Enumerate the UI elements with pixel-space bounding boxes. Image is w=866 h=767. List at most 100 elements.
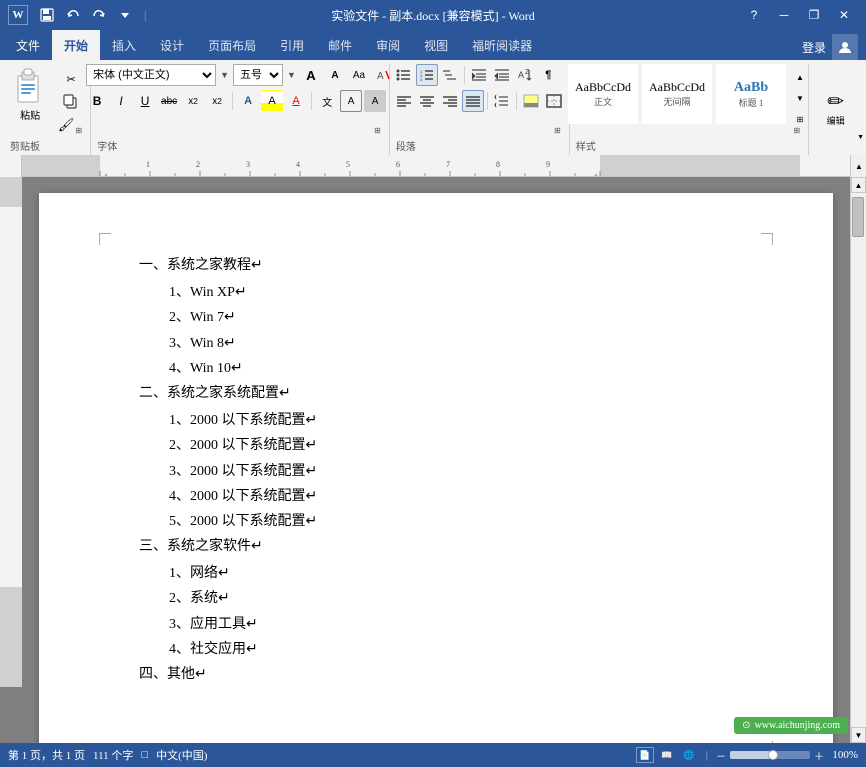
user-icon-button[interactable]	[832, 34, 858, 60]
vertical-scrollbar[interactable]: ▲ ▼	[850, 177, 866, 743]
tab-mailings[interactable]: 邮件	[316, 30, 364, 60]
style-nospace-label: 无间隔	[663, 95, 690, 108]
scroll-down-arrow[interactable]: ▼	[851, 727, 866, 743]
zoom-in-button[interactable]: ＋	[814, 748, 824, 763]
tab-design[interactable]: 设计	[148, 30, 196, 60]
tab-view[interactable]: 视图	[412, 30, 460, 60]
save-button[interactable]	[36, 4, 58, 26]
clipboard-group: 粘贴 ▼ ✂ 🖌 剪贴板 ⊞	[4, 64, 91, 155]
main-area: 一、系统之家教程↵ 1、Win XP↵ 2、Win 7↵ 3、Win 8↵ 4、…	[0, 177, 866, 743]
section-3-item-3: 3、应用工具↵	[169, 612, 753, 637]
svg-text:2: 2	[196, 160, 200, 169]
copy-button[interactable]	[55, 91, 87, 113]
style-nospace[interactable]: AaBbCcDd 无间隔	[642, 64, 712, 124]
view-read-button[interactable]: 📖	[658, 747, 676, 763]
statusbar-icon1: □	[141, 749, 148, 761]
tab-home[interactable]: 开始	[52, 30, 100, 60]
paragraph-expand-icon[interactable]: ⊞	[554, 126, 561, 135]
strikethrough-button[interactable]: abc	[158, 90, 180, 112]
change-case-button[interactable]: Aa	[348, 64, 370, 86]
login-button[interactable]: 登录	[796, 37, 832, 58]
show-marks-button[interactable]: ¶	[537, 64, 559, 86]
editing-group-content: ✏ 编辑	[814, 64, 858, 151]
superscript-button[interactable]: x2	[206, 90, 228, 112]
bold-button[interactable]: B	[86, 90, 108, 112]
phonetic-button[interactable]: 文	[316, 90, 338, 112]
shading-button[interactable]	[520, 90, 542, 112]
align-center-button[interactable]	[416, 90, 438, 112]
customize-qat-button[interactable]	[114, 4, 136, 26]
document-area[interactable]: 一、系统之家教程↵ 1、Win XP↵ 2、Win 7↵ 3、Win 8↵ 4、…	[22, 177, 850, 743]
decrease-indent-button[interactable]	[468, 64, 490, 86]
multilevel-button[interactable]	[439, 64, 461, 86]
clipboard-expand-icon[interactable]: ⊞	[76, 126, 83, 135]
tab-insert[interactable]: 插入	[100, 30, 148, 60]
redo-button[interactable]	[88, 4, 110, 26]
align-right-button[interactable]	[439, 90, 461, 112]
scroll-track[interactable]	[851, 193, 866, 727]
justify-button[interactable]	[462, 90, 484, 112]
underline-button[interactable]: U	[134, 90, 156, 112]
section-1-title: 一、系统之家教程↵	[139, 253, 753, 278]
view-web-button[interactable]: 🌐	[680, 747, 698, 763]
style-normal[interactable]: AaBbCcDd 正文	[568, 64, 638, 124]
restore-button[interactable]: ❐	[800, 4, 828, 26]
section-2-item-4: 4、2000 以下系统配置↵	[169, 484, 753, 509]
view-print-button[interactable]: 📄	[636, 747, 654, 763]
ribbon-tab-bar: 文件 开始 插入 设计 页面布局 引用 邮件 审阅 视图 福昕阅读器 登录	[0, 30, 866, 60]
tab-review[interactable]: 审阅	[364, 30, 412, 60]
statusbar: 第 1 页，共 1 页 111 个字 □ 中文(中国) 📄 📖 🌐 | － ＋ …	[0, 743, 866, 767]
tab-reader[interactable]: 福昕阅读器	[460, 30, 544, 60]
scroll-up-arrow[interactable]: ▲	[851, 177, 866, 193]
bullets-button[interactable]	[393, 64, 415, 86]
editing-button[interactable]: ✏ 编辑	[814, 93, 858, 123]
styles-expand-icon[interactable]: ⊞	[793, 126, 800, 135]
scroll-thumb[interactable]	[852, 197, 864, 237]
font-size-select[interactable]: 五号	[233, 64, 283, 86]
styles-group: AaBbCcDd 正文 AaBbCcDd 无间隔 AaBb 标题 1 ▲ ▼ ⊞…	[570, 64, 809, 155]
section-3-item-4: 4、社交应用↵	[169, 637, 753, 662]
close-button[interactable]: ✕	[830, 4, 858, 26]
increase-font-button[interactable]: A	[300, 64, 322, 86]
style-h1-preview: AaBb	[734, 80, 768, 96]
svg-text:1: 1	[146, 160, 150, 169]
zoom-out-button[interactable]: －	[716, 748, 726, 763]
char-shade-button[interactable]: A	[364, 90, 386, 112]
cut-button[interactable]: ✂	[55, 68, 87, 90]
increase-indent-button[interactable]	[491, 64, 513, 86]
zoom-slider[interactable]	[730, 751, 810, 759]
undo-button[interactable]	[62, 4, 84, 26]
style-heading1[interactable]: AaBb 标题 1	[716, 64, 786, 124]
tab-layout[interactable]: 页面布局	[196, 30, 268, 60]
font-family-select[interactable]: 宋体 (中文正文)	[86, 64, 216, 86]
section-2-title: 二、系统之家系统配置↵	[139, 381, 753, 406]
borders-button[interactable]	[543, 90, 565, 112]
italic-button[interactable]: I	[110, 90, 132, 112]
lang-indicator: 中文(中国)	[156, 747, 207, 763]
minimize-button[interactable]: ─	[770, 4, 798, 26]
style-normal-label: 正文	[594, 95, 612, 108]
ruler-right-scroll-btn[interactable]: ▲	[850, 155, 866, 176]
text-effect-button[interactable]: A	[237, 90, 259, 112]
format-painter-button[interactable]: 🖌	[55, 114, 77, 136]
font-expand-icon[interactable]: ⊞	[374, 126, 381, 135]
numbering-button[interactable]: 1.2.3.	[416, 64, 438, 86]
sort-button[interactable]: AZ	[514, 64, 536, 86]
vertical-ruler	[0, 177, 22, 743]
styles-group-content: AaBbCcDd 正文 AaBbCcDd 无间隔 AaBb 标题 1 ▲ ▼ ⊞	[567, 64, 811, 136]
paste-button[interactable]: 粘贴 ▼	[7, 64, 53, 132]
font-color-button[interactable]: A	[285, 90, 307, 112]
styles-scroll-down[interactable]: ▼	[789, 89, 811, 107]
tab-references[interactable]: 引用	[268, 30, 316, 60]
tab-file[interactable]: 文件	[4, 30, 52, 60]
char-border-button[interactable]: A	[340, 90, 362, 112]
decrease-font-button[interactable]: A	[324, 64, 346, 86]
help-button[interactable]: ?	[740, 4, 768, 26]
svg-text:4: 4	[296, 160, 300, 169]
subscript-button[interactable]: x2	[182, 90, 204, 112]
svg-text:3: 3	[246, 160, 250, 169]
line-spacing-button[interactable]	[491, 90, 513, 112]
styles-scroll-up[interactable]: ▲	[789, 68, 811, 86]
align-left-button[interactable]	[393, 90, 415, 112]
highlight-button[interactable]: A	[261, 90, 283, 112]
